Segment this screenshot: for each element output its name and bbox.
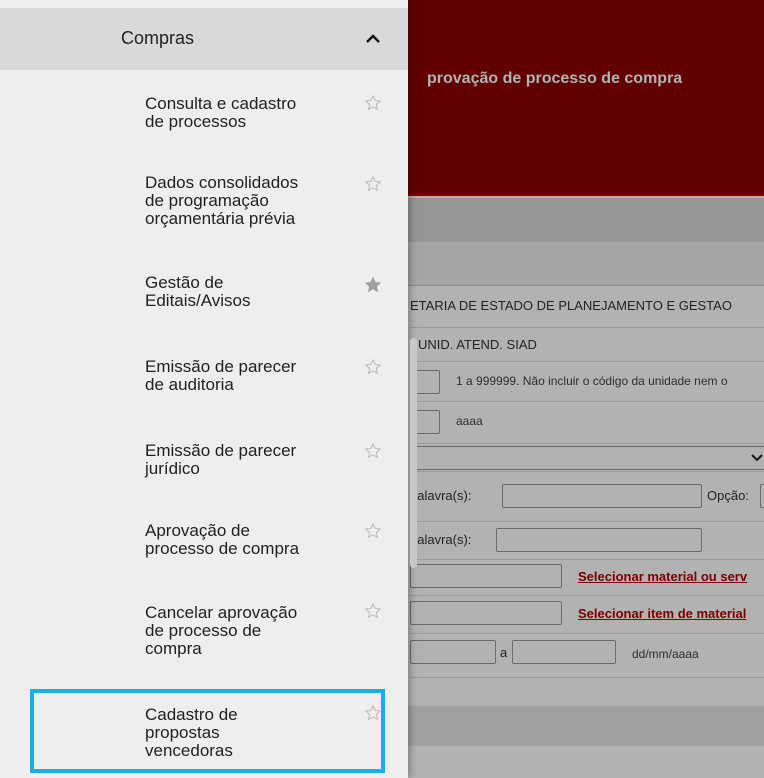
menu-item-label: Dados consolidados de programação orçame… bbox=[145, 173, 299, 228]
star-outline-icon[interactable] bbox=[364, 358, 382, 376]
menu-item-label: Gestão de Editais/Avisos bbox=[145, 273, 251, 310]
star-outline-icon[interactable] bbox=[364, 602, 382, 620]
star-outline-icon[interactable] bbox=[364, 175, 382, 193]
menu-item-gestao-editais[interactable]: Gestão de Editais/Avisos bbox=[0, 270, 408, 346]
menu-item-parecer-auditoria[interactable]: Emissão de parecer de auditoria bbox=[0, 346, 408, 432]
chevron-up-icon bbox=[366, 34, 380, 43]
menu-item-cancelar-aprovacao[interactable]: Cancelar aprovação de processo de compra bbox=[0, 598, 408, 690]
menu-item-consulta-processos[interactable]: Consulta e cadastro de processos bbox=[0, 84, 408, 174]
drawer-scrollbar[interactable] bbox=[410, 338, 417, 568]
menu-item-cadastro-propostas[interactable]: Cadastro de propostas vencedoras bbox=[0, 690, 408, 778]
menu-item-label: Emissão de parecer de auditoria bbox=[145, 357, 297, 394]
star-outline-icon[interactable] bbox=[364, 442, 382, 460]
menu-item-label: Consulta e cadastro de processos bbox=[145, 94, 297, 131]
menu-item-label: Aprovação de processo de compra bbox=[145, 521, 300, 558]
menu-item-dados-consolidados[interactable]: Dados consolidados de programação orçame… bbox=[0, 174, 408, 270]
collapse-section-button[interactable] bbox=[360, 26, 386, 52]
star-outline-icon[interactable] bbox=[364, 94, 382, 112]
star-outline-icon[interactable] bbox=[364, 522, 382, 540]
navigation-drawer: Compras Consulta e cadastro de processos… bbox=[0, 0, 408, 778]
menu-item-parecer-juridico[interactable]: Emissão de parecer jurídico bbox=[0, 432, 408, 518]
menu-item-label: Cadastro de propostas vencedoras bbox=[145, 705, 238, 760]
menu-item-label: Emissão de parecer jurídico bbox=[145, 441, 297, 478]
star-filled-icon[interactable] bbox=[364, 276, 382, 294]
menu-item-label: Cancelar aprovação de processo de compra bbox=[145, 603, 298, 658]
menu-section-title: Compras bbox=[121, 28, 195, 48]
menu-section-header[interactable]: Compras bbox=[0, 8, 408, 70]
star-outline-icon[interactable] bbox=[364, 704, 382, 722]
menu-item-aprovacao-processo[interactable]: Aprovação de processo de compra bbox=[0, 518, 408, 598]
